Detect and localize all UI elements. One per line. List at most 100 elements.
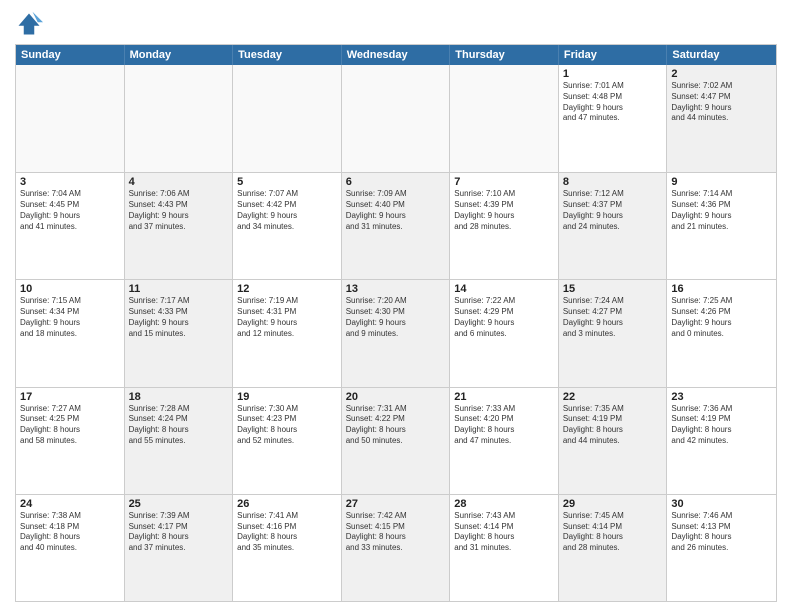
day-info: Sunrise: 7:30 AM Sunset: 4:23 PM Dayligh…	[237, 404, 337, 447]
calendar-header: SundayMondayTuesdayWednesdayThursdayFrid…	[16, 45, 776, 65]
day-info: Sunrise: 7:10 AM Sunset: 4:39 PM Dayligh…	[454, 189, 554, 232]
day-info: Sunrise: 7:33 AM Sunset: 4:20 PM Dayligh…	[454, 404, 554, 447]
day-number: 26	[237, 498, 337, 510]
day-number: 12	[237, 283, 337, 295]
calendar-cell: 26Sunrise: 7:41 AM Sunset: 4:16 PM Dayli…	[233, 495, 342, 601]
day-info: Sunrise: 7:20 AM Sunset: 4:30 PM Dayligh…	[346, 296, 446, 339]
calendar-cell	[125, 65, 234, 172]
day-number: 7	[454, 176, 554, 188]
logo-icon	[15, 10, 43, 38]
calendar-cell: 7Sunrise: 7:10 AM Sunset: 4:39 PM Daylig…	[450, 173, 559, 279]
day-info: Sunrise: 7:14 AM Sunset: 4:36 PM Dayligh…	[671, 189, 772, 232]
calendar-row-5: 24Sunrise: 7:38 AM Sunset: 4:18 PM Dayli…	[16, 494, 776, 601]
day-number: 30	[671, 498, 772, 510]
day-number: 9	[671, 176, 772, 188]
calendar-cell: 2Sunrise: 7:02 AM Sunset: 4:47 PM Daylig…	[667, 65, 776, 172]
calendar-cell: 22Sunrise: 7:35 AM Sunset: 4:19 PM Dayli…	[559, 388, 668, 494]
day-number: 3	[20, 176, 120, 188]
day-number: 4	[129, 176, 229, 188]
calendar-row-1: 1Sunrise: 7:01 AM Sunset: 4:48 PM Daylig…	[16, 65, 776, 172]
day-info: Sunrise: 7:01 AM Sunset: 4:48 PM Dayligh…	[563, 81, 663, 124]
day-number: 18	[129, 391, 229, 403]
day-number: 1	[563, 68, 663, 80]
day-info: Sunrise: 7:25 AM Sunset: 4:26 PM Dayligh…	[671, 296, 772, 339]
day-number: 10	[20, 283, 120, 295]
calendar-cell: 20Sunrise: 7:31 AM Sunset: 4:22 PM Dayli…	[342, 388, 451, 494]
day-info: Sunrise: 7:45 AM Sunset: 4:14 PM Dayligh…	[563, 511, 663, 554]
calendar-cell: 24Sunrise: 7:38 AM Sunset: 4:18 PM Dayli…	[16, 495, 125, 601]
calendar: SundayMondayTuesdayWednesdayThursdayFrid…	[15, 44, 777, 602]
logo	[15, 10, 47, 38]
calendar-cell: 8Sunrise: 7:12 AM Sunset: 4:37 PM Daylig…	[559, 173, 668, 279]
calendar-body: 1Sunrise: 7:01 AM Sunset: 4:48 PM Daylig…	[16, 65, 776, 601]
calendar-cell: 23Sunrise: 7:36 AM Sunset: 4:19 PM Dayli…	[667, 388, 776, 494]
calendar-cell	[16, 65, 125, 172]
calendar-cell	[233, 65, 342, 172]
day-info: Sunrise: 7:02 AM Sunset: 4:47 PM Dayligh…	[671, 81, 772, 124]
calendar-cell: 4Sunrise: 7:06 AM Sunset: 4:43 PM Daylig…	[125, 173, 234, 279]
day-number: 28	[454, 498, 554, 510]
weekday-header-tuesday: Tuesday	[233, 45, 342, 65]
day-number: 27	[346, 498, 446, 510]
calendar-cell: 5Sunrise: 7:07 AM Sunset: 4:42 PM Daylig…	[233, 173, 342, 279]
calendar-row-2: 3Sunrise: 7:04 AM Sunset: 4:45 PM Daylig…	[16, 172, 776, 279]
day-info: Sunrise: 7:06 AM Sunset: 4:43 PM Dayligh…	[129, 189, 229, 232]
day-number: 21	[454, 391, 554, 403]
day-info: Sunrise: 7:35 AM Sunset: 4:19 PM Dayligh…	[563, 404, 663, 447]
day-number: 29	[563, 498, 663, 510]
day-number: 2	[671, 68, 772, 80]
day-info: Sunrise: 7:31 AM Sunset: 4:22 PM Dayligh…	[346, 404, 446, 447]
calendar-cell: 1Sunrise: 7:01 AM Sunset: 4:48 PM Daylig…	[559, 65, 668, 172]
day-number: 8	[563, 176, 663, 188]
calendar-cell: 16Sunrise: 7:25 AM Sunset: 4:26 PM Dayli…	[667, 280, 776, 386]
weekday-header-sunday: Sunday	[16, 45, 125, 65]
day-number: 14	[454, 283, 554, 295]
weekday-header-wednesday: Wednesday	[342, 45, 451, 65]
day-number: 25	[129, 498, 229, 510]
weekday-header-saturday: Saturday	[667, 45, 776, 65]
day-info: Sunrise: 7:41 AM Sunset: 4:16 PM Dayligh…	[237, 511, 337, 554]
calendar-cell: 28Sunrise: 7:43 AM Sunset: 4:14 PM Dayli…	[450, 495, 559, 601]
day-info: Sunrise: 7:39 AM Sunset: 4:17 PM Dayligh…	[129, 511, 229, 554]
header	[15, 10, 777, 38]
weekday-header-friday: Friday	[559, 45, 668, 65]
calendar-cell: 25Sunrise: 7:39 AM Sunset: 4:17 PM Dayli…	[125, 495, 234, 601]
day-info: Sunrise: 7:07 AM Sunset: 4:42 PM Dayligh…	[237, 189, 337, 232]
calendar-row-4: 17Sunrise: 7:27 AM Sunset: 4:25 PM Dayli…	[16, 387, 776, 494]
day-info: Sunrise: 7:15 AM Sunset: 4:34 PM Dayligh…	[20, 296, 120, 339]
day-info: Sunrise: 7:22 AM Sunset: 4:29 PM Dayligh…	[454, 296, 554, 339]
calendar-cell: 15Sunrise: 7:24 AM Sunset: 4:27 PM Dayli…	[559, 280, 668, 386]
day-info: Sunrise: 7:46 AM Sunset: 4:13 PM Dayligh…	[671, 511, 772, 554]
day-info: Sunrise: 7:27 AM Sunset: 4:25 PM Dayligh…	[20, 404, 120, 447]
day-number: 11	[129, 283, 229, 295]
day-number: 15	[563, 283, 663, 295]
day-info: Sunrise: 7:09 AM Sunset: 4:40 PM Dayligh…	[346, 189, 446, 232]
page: SundayMondayTuesdayWednesdayThursdayFrid…	[0, 0, 792, 612]
day-info: Sunrise: 7:38 AM Sunset: 4:18 PM Dayligh…	[20, 511, 120, 554]
calendar-cell: 12Sunrise: 7:19 AM Sunset: 4:31 PM Dayli…	[233, 280, 342, 386]
calendar-cell: 3Sunrise: 7:04 AM Sunset: 4:45 PM Daylig…	[16, 173, 125, 279]
calendar-cell: 18Sunrise: 7:28 AM Sunset: 4:24 PM Dayli…	[125, 388, 234, 494]
weekday-header-thursday: Thursday	[450, 45, 559, 65]
weekday-header-monday: Monday	[125, 45, 234, 65]
day-number: 5	[237, 176, 337, 188]
day-number: 23	[671, 391, 772, 403]
day-info: Sunrise: 7:04 AM Sunset: 4:45 PM Dayligh…	[20, 189, 120, 232]
day-info: Sunrise: 7:28 AM Sunset: 4:24 PM Dayligh…	[129, 404, 229, 447]
calendar-cell: 30Sunrise: 7:46 AM Sunset: 4:13 PM Dayli…	[667, 495, 776, 601]
day-number: 19	[237, 391, 337, 403]
day-number: 22	[563, 391, 663, 403]
calendar-cell	[450, 65, 559, 172]
calendar-cell: 19Sunrise: 7:30 AM Sunset: 4:23 PM Dayli…	[233, 388, 342, 494]
calendar-cell: 10Sunrise: 7:15 AM Sunset: 4:34 PM Dayli…	[16, 280, 125, 386]
day-number: 13	[346, 283, 446, 295]
day-info: Sunrise: 7:19 AM Sunset: 4:31 PM Dayligh…	[237, 296, 337, 339]
calendar-cell: 13Sunrise: 7:20 AM Sunset: 4:30 PM Dayli…	[342, 280, 451, 386]
calendar-cell	[342, 65, 451, 172]
day-info: Sunrise: 7:36 AM Sunset: 4:19 PM Dayligh…	[671, 404, 772, 447]
day-number: 24	[20, 498, 120, 510]
calendar-cell: 17Sunrise: 7:27 AM Sunset: 4:25 PM Dayli…	[16, 388, 125, 494]
day-info: Sunrise: 7:12 AM Sunset: 4:37 PM Dayligh…	[563, 189, 663, 232]
day-info: Sunrise: 7:24 AM Sunset: 4:27 PM Dayligh…	[563, 296, 663, 339]
calendar-cell: 29Sunrise: 7:45 AM Sunset: 4:14 PM Dayli…	[559, 495, 668, 601]
